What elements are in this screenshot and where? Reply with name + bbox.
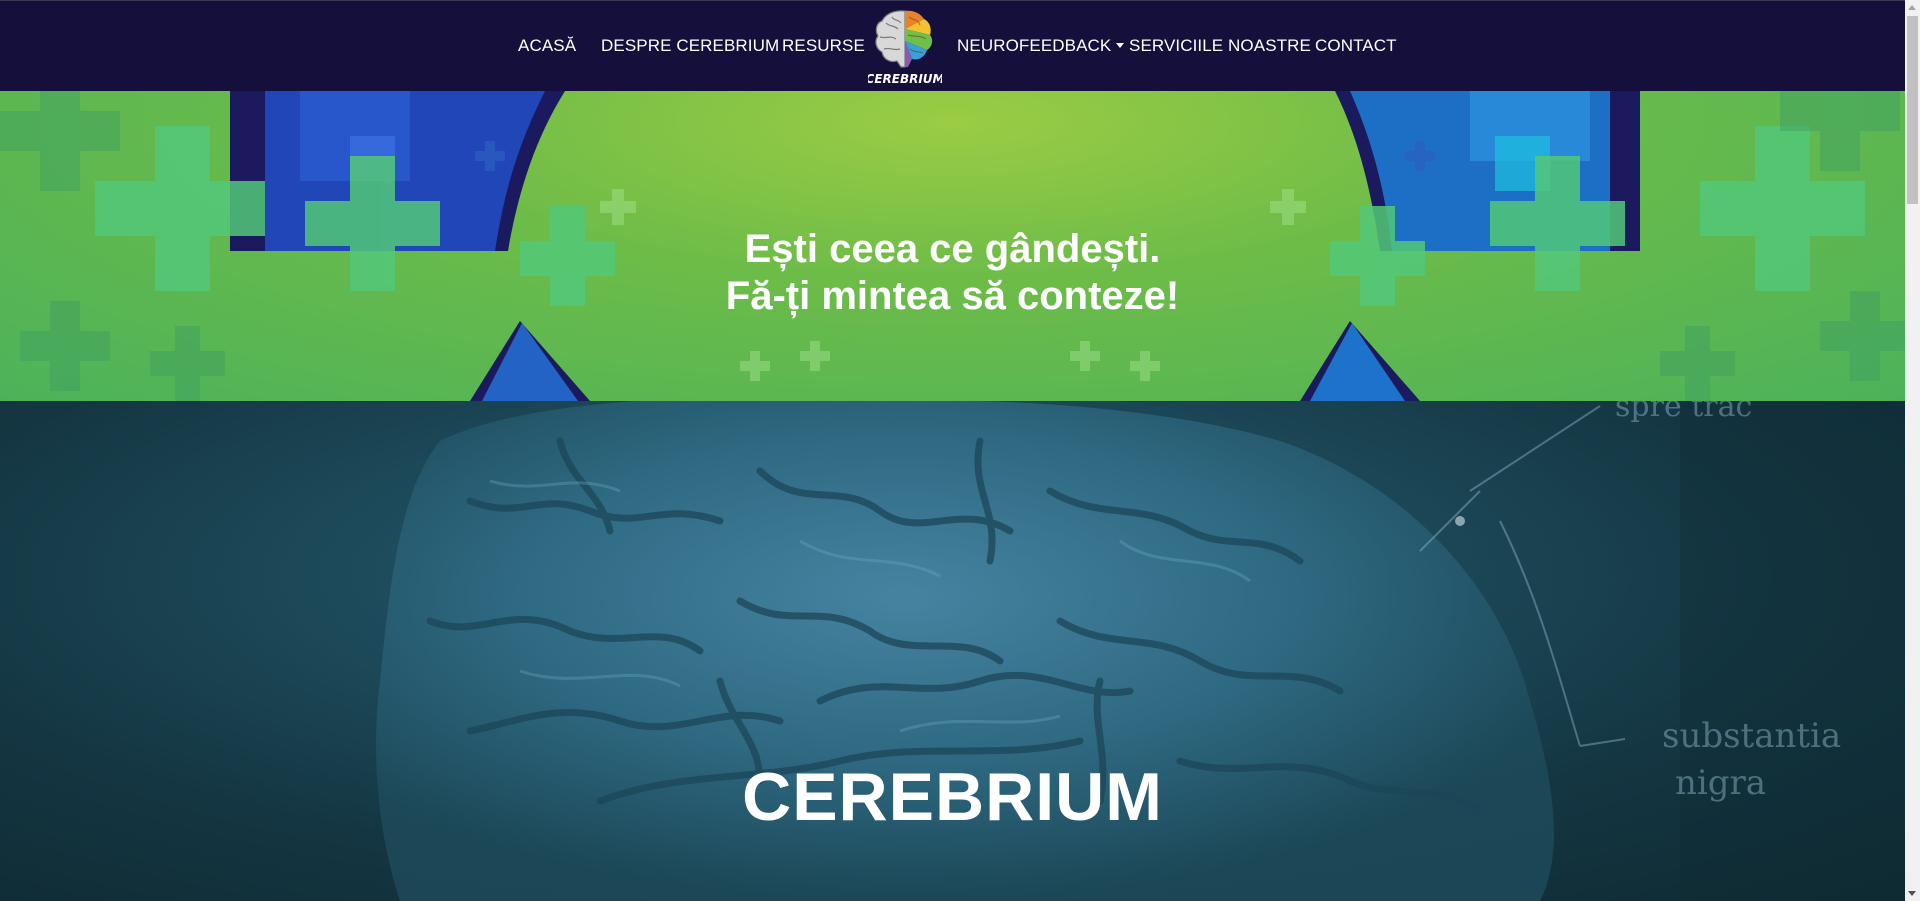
nav-item-neurofeedback-label: NEUROFEEDBACK bbox=[957, 36, 1112, 55]
nav-item-neurofeedback[interactable]: NEUROFEEDBACK bbox=[957, 36, 1125, 56]
nav-item-serviciile-noastre[interactable]: SERVICIILE NOASTRE bbox=[1129, 36, 1311, 56]
nav-item-resurse[interactable]: RESURSE bbox=[782, 36, 865, 56]
brain-overlay-word-1: spre trac bbox=[1615, 401, 1753, 424]
section-title: CEREBRIUM bbox=[742, 759, 1163, 835]
logo-wordmark: CEREBRIUM bbox=[868, 72, 942, 86]
video-background-section: spre trac substantia nigra CEREBRIUM bbox=[0, 401, 1905, 901]
brain-overlay-word-2: substantia bbox=[1662, 716, 1842, 756]
brain-logo-icon: CEREBRIUM bbox=[866, 10, 945, 86]
nav-item-acasa[interactable]: ACASĂ bbox=[518, 36, 576, 56]
page-scrollbar[interactable] bbox=[1905, 0, 1920, 901]
cerebrium-logo[interactable]: CEREBRIUM bbox=[866, 7, 945, 87]
scroll-up-arrow-icon[interactable] bbox=[1908, 5, 1916, 10]
hero-tagline-line-1: Ești ceea ce gândești. bbox=[744, 227, 1161, 271]
scrollbar-thumb[interactable] bbox=[1907, 16, 1918, 204]
scroll-down-arrow-icon[interactable] bbox=[1908, 891, 1916, 896]
top-navbar: ACASĂ DESPRE CEREBRIUM RESURSE CEREBRIUM… bbox=[0, 0, 1905, 91]
nav-item-contact[interactable]: CONTACT bbox=[1315, 36, 1397, 56]
hero-tagline: Ești ceea ce gândești. Fă-ți mintea să c… bbox=[0, 226, 1905, 320]
nav-item-despre-cerebrium[interactable]: DESPRE CEREBRIUM bbox=[601, 36, 779, 56]
hero-banner: Ești ceea ce gândești. Fă-ți mintea să c… bbox=[0, 91, 1905, 401]
hero-tagline-line-2: Fă-ți mintea să conteze! bbox=[725, 274, 1180, 318]
chevron-down-icon bbox=[1116, 43, 1125, 48]
